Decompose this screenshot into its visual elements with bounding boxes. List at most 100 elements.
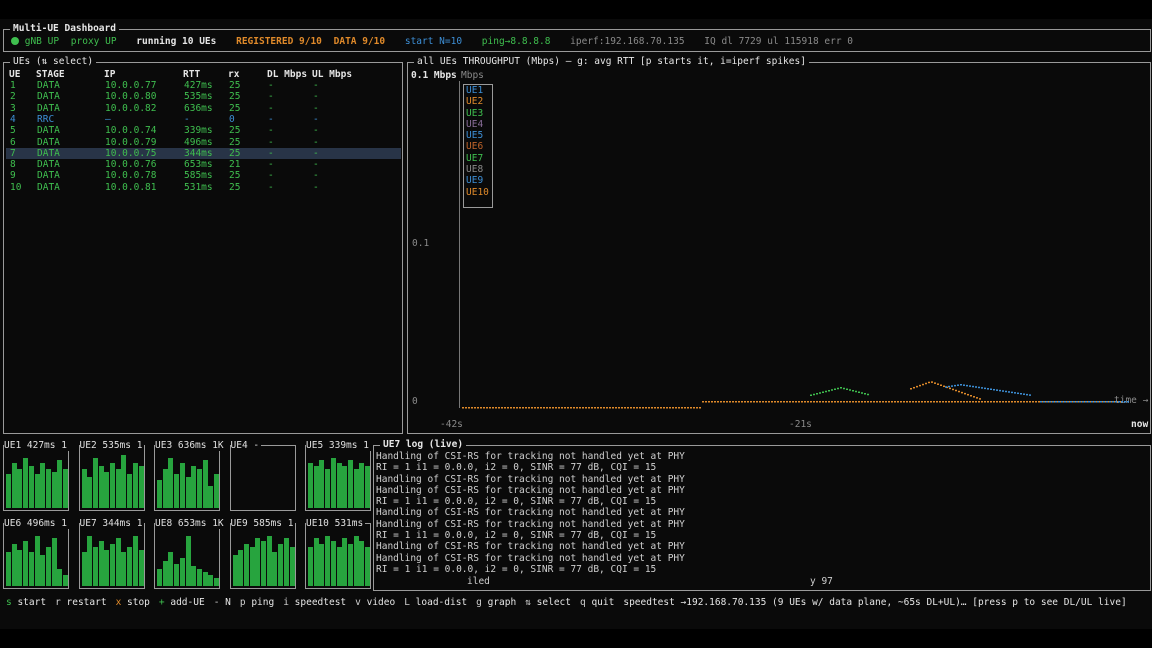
ue10-trace [981,401,983,403]
ue-mini-bar [34,535,40,586]
ue9-trace [1091,401,1093,403]
key-hint-select[interactable]: ⇅ select [525,597,571,608]
key-hint-N[interactable]: - N [214,597,231,608]
ue10-trace [585,407,587,409]
key-hint-start[interactable]: s start [6,597,46,608]
registered-count: REGISTERED 9/10 [236,36,322,47]
ue10-trace [522,407,524,409]
ue10-trace [906,401,908,403]
ue9-trace [1014,392,1016,394]
ue-mini-bar [308,546,313,586]
ue-mini-panel[interactable]: UE6 496ms 1 [3,518,69,589]
ue-cell-rtt: 339ms [184,125,213,137]
ue-mini-bar [214,577,219,586]
ue-table-row[interactable]: 10 DATA 10.0.0.81 531ms 25 - - [6,182,401,193]
ue-cell-ip: 10.0.0.76 [105,159,157,171]
ue-table-col-6: UL Mbps [312,69,353,80]
ue9-trace [1106,401,1108,403]
running-count: running 10 UEs [136,36,217,47]
ue10-trace [900,401,902,403]
ue9-trace [1073,401,1075,403]
ue-mini-panel[interactable]: UE8 653ms 1K [154,518,226,589]
ue-mini-panel[interactable]: UE7 344ms 1 [78,518,145,589]
ue10-trace [465,407,467,409]
ue-cell-rx: 25 [229,102,241,114]
key-hint-load-dist[interactable]: L load-dist [404,597,467,608]
throughput-unit-label: Mbps [461,70,484,81]
ue10-trace [897,401,899,403]
ue-mini-panel[interactable]: UE5 339ms 1 [305,440,371,511]
ue-mini-bar [81,552,87,586]
ue-table-row[interactable]: 1 DATA 10.0.0.77 427ms 25 - - [6,80,401,91]
gnb-status-icon [11,37,19,45]
key-hint-add-UE[interactable]: + add-UE [159,597,205,608]
ue-table-row[interactable]: 5 DATA 10.0.0.74 339ms 25 - - [6,125,401,136]
ue7-trace [861,392,863,394]
ue10-trace [549,407,551,409]
start-n: start N=10 [404,36,463,47]
ue9-trace [1079,401,1081,403]
ue-table-row[interactable]: 3 DATA 10.0.0.82 636ms 25 - - [6,103,401,114]
ue10-trace [555,407,557,409]
ue9-trace [1097,401,1099,403]
ue10-trace [600,407,602,409]
ue10-trace [999,401,1001,403]
ue9-trace [1055,401,1057,403]
ue10-trace [1038,401,1040,403]
key-hint-restart[interactable]: r restart [55,597,107,608]
ue10-trace [711,401,713,403]
key-hint-graph[interactable]: g graph [476,597,516,608]
ue10-trace [519,407,521,409]
ue-mini-panel[interactable]: UE4 - [229,440,296,511]
ue10-trace [708,401,710,403]
ue-cell-rx: 25 [229,125,241,137]
ue-mini-bar [121,552,127,586]
ue-mini-bar [162,560,168,586]
ue-mini-bar [266,535,272,586]
log-line: Handling of CSI-RS for tracking not hand… [376,518,685,530]
ue10-trace [984,401,986,403]
ue-table-panel: UEs (⇅ select) UE STAGE IP RTT rx DL Mbps UL M… [3,56,403,434]
ue10-trace [792,401,794,403]
key-hint-video[interactable]: v video [355,597,395,608]
ue9-trace [1121,401,1123,403]
ue10-trace [885,401,887,403]
ue-table-row[interactable]: 4 RRC — - 0 - - [6,114,401,125]
ue-mini-bar [127,474,133,508]
key-hint-speedtest[interactable]: i speedtest [283,597,346,608]
ue-table-row[interactable]: 9 DATA 10.0.0.78 585ms 25 - - [6,170,401,181]
log-line: Handling of CSI-RS for tracking not hand… [376,473,685,485]
ue10-trace [990,401,992,403]
ue-mini-panel[interactable]: UE10 531ms [305,518,371,589]
ue7-trace [855,390,857,393]
ue-cell-rtt: 535ms [184,91,213,103]
ue10-trace [627,407,629,409]
ue-table-col-0: UE [9,69,21,80]
ue9-trace [1002,390,1004,392]
ue-mini-bar [11,544,17,586]
ue-table-row[interactable]: 7 DATA 10.0.0.75 344ms 25 - - [6,147,401,160]
key-hint-label: select [536,597,571,608]
ue-cell-rx: 25 [229,147,241,159]
ue-table-row[interactable]: 8 DATA 10.0.0.76 653ms 21 - - [6,159,401,170]
key-hint-ping[interactable]: p ping [240,597,274,608]
ue-mini-panel[interactable]: UE2 535ms 1 [78,440,145,511]
ue10-trace [660,407,662,409]
ue7-trace [822,391,824,393]
ue-table-row[interactable]: 6 DATA 10.0.0.79 496ms 25 - - [6,137,401,148]
ue-mini-panel[interactable]: UE9 585ms 1 [229,518,296,589]
key-hint-quit[interactable]: q quit [580,597,614,608]
ue-table-row[interactable]: 2 DATA 10.0.0.80 535ms 25 - - [6,91,401,102]
ue-mini-bar [121,454,127,508]
key-hint-stop[interactable]: x stop [116,597,150,608]
ue-cell-stage: DATA [37,102,60,114]
y-tick-zero: 0 [412,396,418,407]
ue10-trace [630,407,632,409]
ue10-trace [639,407,641,409]
ue-mini-panel[interactable]: UE3 636ms 1K [154,440,226,511]
ue10-trace [561,407,563,409]
ue-mini-bar [278,544,284,586]
ue-mini-panel[interactable]: UE1 427ms 1 [3,440,69,511]
ue9-trace [1127,401,1129,403]
ue9-trace [984,387,986,390]
